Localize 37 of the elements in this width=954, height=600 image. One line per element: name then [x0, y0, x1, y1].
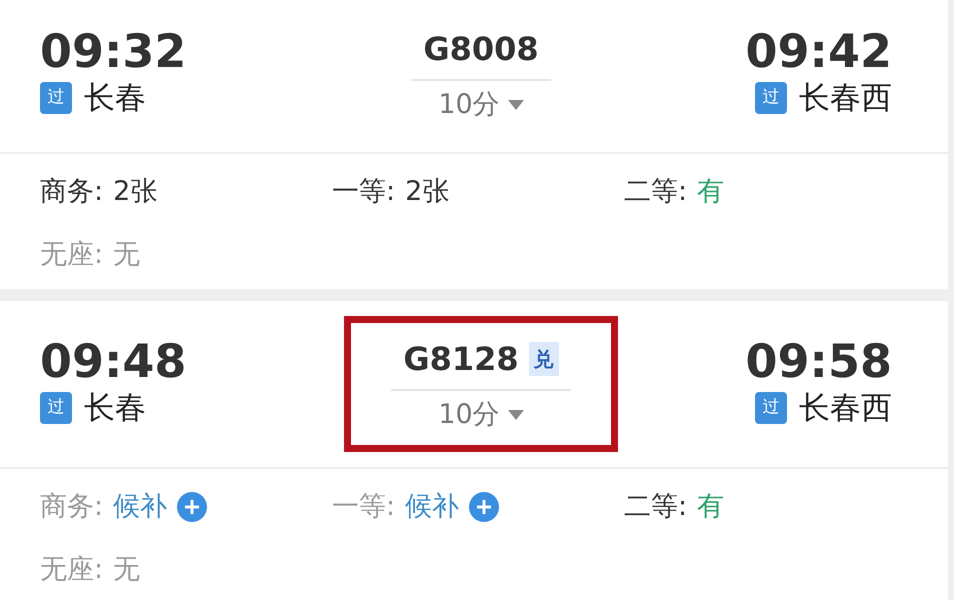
- seat-availability: 2张: [113, 175, 158, 209]
- time-text: 09:58: [746, 336, 892, 385]
- seat-class-label: 一等:: [332, 490, 396, 524]
- seat-class-label: 二等:: [624, 490, 688, 524]
- station-name: 长春西: [798, 78, 892, 118]
- pass-badge: 过: [40, 392, 72, 424]
- train-number: G8128: [403, 338, 519, 380]
- seat-class-label: 商务:: [40, 175, 104, 209]
- time-text: 09:32: [40, 26, 186, 75]
- station-name: 长春: [84, 388, 146, 428]
- time-text: 09:48: [40, 336, 186, 385]
- seat-availability: 有: [697, 490, 724, 524]
- station-name: 长春西: [798, 388, 892, 428]
- caret-icon: [508, 100, 524, 110]
- seat-class-label: 一等:: [332, 175, 396, 209]
- seat-class-label: 无座:: [40, 238, 104, 272]
- seat-class-label: 商务:: [40, 490, 104, 524]
- pass-badge: 过: [754, 392, 787, 424]
- seat-availability: 有: [697, 175, 724, 209]
- seat-availability: 无: [113, 552, 140, 586]
- caret-icon: [508, 410, 524, 420]
- duration-toggle[interactable]: 10分: [438, 394, 524, 436]
- seat-class-label: 二等:: [624, 175, 688, 209]
- seat-availability: 候补: [113, 490, 168, 524]
- add-icon[interactable]: [177, 492, 208, 522]
- pass-badge: 过: [754, 82, 787, 114]
- seat-availability: 2张: [405, 175, 450, 209]
- seat-class-label: 无座:: [40, 552, 104, 586]
- seat-availability: 候补: [405, 490, 460, 524]
- add-icon[interactable]: [469, 492, 500, 522]
- exchange-tag: 兑: [528, 342, 559, 376]
- pass-badge: 过: [40, 82, 72, 114]
- train-number: G8008: [423, 28, 539, 70]
- duration-toggle[interactable]: 10分: [438, 84, 524, 126]
- seat-availability: 无: [113, 238, 140, 272]
- time-text: 09:42: [746, 26, 892, 75]
- station-name: 长春: [84, 78, 146, 118]
